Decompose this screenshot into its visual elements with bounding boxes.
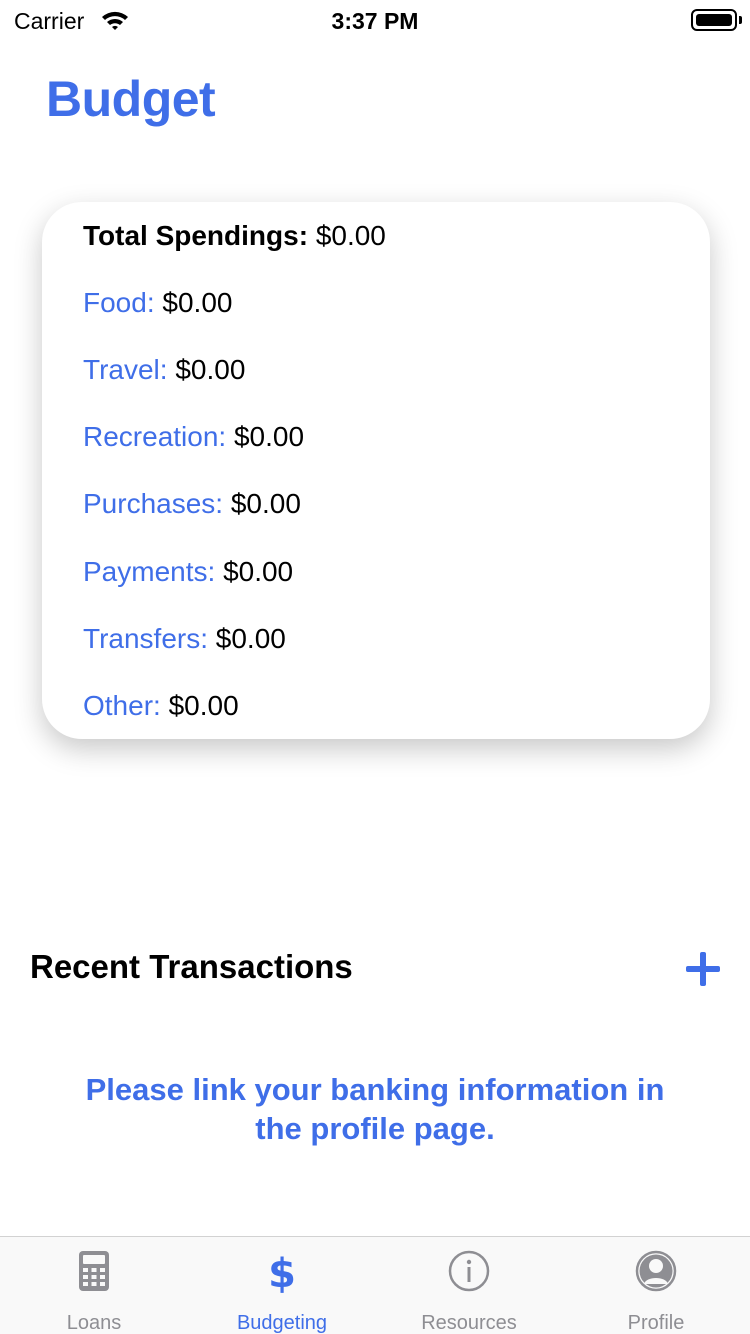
tab-label: Budgeting: [236, 1312, 328, 1334]
tab-resources[interactable]: Resources: [375, 1237, 563, 1334]
battery-icon: [691, 9, 737, 31]
recent-transactions-title: Recent Transactions: [30, 948, 353, 985]
category-row-travel: Travel: $0.00: [83, 353, 245, 387]
category-label: Other:: [83, 690, 161, 721]
total-spendings-amount: $0.00: [315, 220, 386, 251]
status-bar: Carrier 3:37 PM: [0, 0, 750, 40]
category-amount: $0.00: [233, 421, 305, 452]
dollar-icon: $: [268, 1251, 296, 1293]
category-amount: $0.00: [168, 690, 239, 721]
category-row-purchases: Purchases: $0.00: [83, 487, 301, 521]
status-time: 3:37 PM: [331, 8, 419, 34]
category-amount: $0.00: [230, 488, 301, 519]
category-row-other: Other: $0.00: [83, 689, 239, 723]
category-label: Travel:: [83, 354, 168, 385]
category-row-transfers: Transfers: $0.00: [83, 622, 286, 656]
total-spendings-row: Total Spendings: $0.00: [83, 219, 386, 253]
category-label: Recreation:: [83, 421, 227, 452]
tab-bar: Loans $ Budgeting Resources Profile: [0, 1236, 750, 1334]
info-icon: [448, 1250, 490, 1292]
category-row-payments: Payments: $0.00: [83, 555, 293, 589]
category-amount: $0.00: [215, 623, 286, 654]
tab-loans[interactable]: Loans: [0, 1237, 188, 1334]
category-label: Payments:: [83, 556, 216, 587]
tab-label: Loans: [66, 1312, 122, 1334]
link-banking-message: Please link your banking information in …: [85, 1072, 665, 1146]
tab-label: Resources: [421, 1312, 517, 1334]
person-icon: [635, 1250, 677, 1292]
tab-label: Profile: [627, 1312, 685, 1334]
tab-budgeting[interactable]: $ Budgeting: [188, 1237, 376, 1334]
category-amount: $0.00: [162, 287, 233, 318]
page-title: Budget: [46, 71, 216, 127]
svg-text:$: $: [268, 1251, 296, 1293]
category-amount: $0.00: [223, 556, 294, 587]
spending-summary-card: Total Spendings: $0.00 Food: $0.00 Trave…: [42, 202, 710, 739]
battery-cap: [739, 16, 742, 24]
category-amount: $0.00: [175, 354, 246, 385]
category-row-recreation: Recreation: $0.00: [83, 420, 304, 454]
category-label: Purchases:: [83, 488, 224, 519]
calculator-icon: [79, 1251, 109, 1291]
tab-profile[interactable]: Profile: [562, 1237, 750, 1334]
category-label: Food:: [83, 287, 155, 318]
add-transaction-button[interactable]: [686, 952, 720, 986]
category-row-food: Food: $0.00: [83, 286, 232, 320]
category-label: Transfers:: [83, 623, 208, 654]
total-spendings-label: Total Spendings:: [83, 220, 309, 251]
